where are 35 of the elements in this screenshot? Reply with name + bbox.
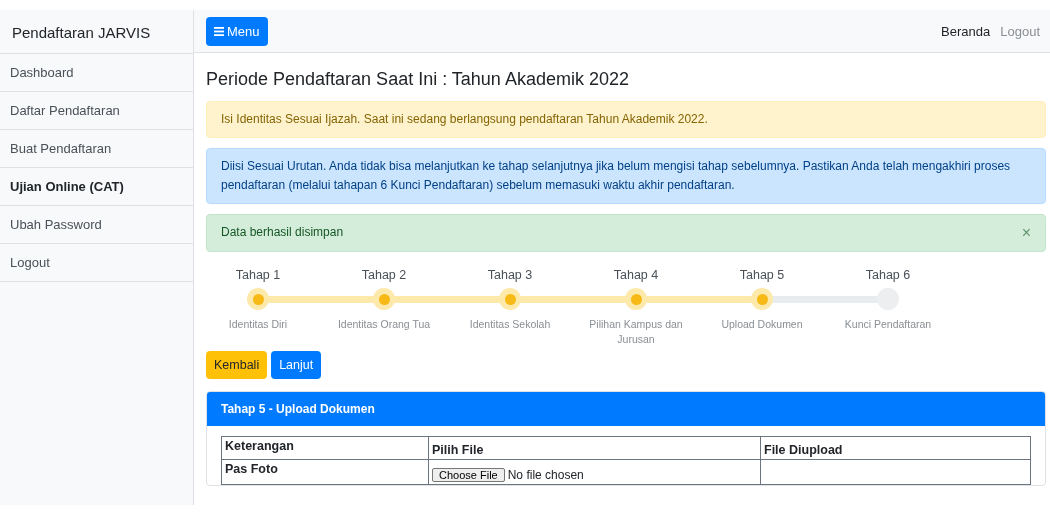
back-button[interactable]: Kembali [206,351,268,379]
next-button[interactable]: Lanjut [271,351,322,379]
step-title: Tahap 3 [487,268,533,284]
step-title: Tahap 6 [865,268,911,284]
file-status: No file chosen [507,468,584,482]
step-label: Identitas Sekolah [468,317,552,332]
menu-icon [214,26,224,36]
step-title: Tahap 5 [739,268,785,284]
sidebar-item[interactable]: Daftar Pendaftaran [0,92,193,130]
step-label: Identitas Diri [227,317,289,332]
step-title: Tahap 4 [613,268,659,284]
column-header: Pilih File [428,436,761,460]
column-header: Keterangan [221,436,429,460]
alert-text: Isi Identitas Sesuai Ijazah. Saat ini sedang berlangsung pendaftaran Tahun Akademik 2022. [221,111,709,128]
column-header: File Diupload [760,436,1031,460]
step-label: Upload Dokumen [720,317,804,332]
card-header: Tahap 5 - Upload Dokumen [207,392,1045,426]
sidebar-item[interactable]: Dashboard [0,54,193,92]
table-cell: Pas Foto [221,459,429,485]
sidebar-item[interactable]: Logout [0,244,193,282]
page-title: Periode Pendaftaran Saat Ini : Tahun Akademik 2022 [206,69,630,90]
step-label: Identitas Orang Tua [336,317,432,332]
sidebar-item[interactable]: Ujian Online (CAT) [0,168,193,206]
sidebar-item[interactable]: Buat Pendaftaran [0,130,193,168]
step-title: Tahap 2 [361,268,407,284]
menu-button[interactable]: Menu [206,16,268,46]
choose-file-button[interactable]: Choose File [432,468,505,482]
alert-text: Diisi Sesuai Urutan. Anda tidak bisa melanjutkan ke tahap selanjutnya jika belum mengisi tahap sebelumnya. Pastikan Anda telah mengakhiri proses pendaftaran (melalui tahapan 6 Kunci Pendaftaran) sebelum memasuki waktu akhir pendaftaran. [221,158,1012,194]
step-title: Tahap 1 [235,268,281,284]
sidebar-title: Pendaftaran JARVIS [0,10,193,54]
nav-link[interactable]: Beranda [941,23,991,39]
sidebar-item[interactable]: Ubah Password [0,206,193,244]
step-label: Pilihan Kampus dan Jurusan [588,317,684,347]
alert-text: Data berhasil disimpan [221,224,345,241]
step-label: Kunci Pendaftaran [843,317,933,332]
